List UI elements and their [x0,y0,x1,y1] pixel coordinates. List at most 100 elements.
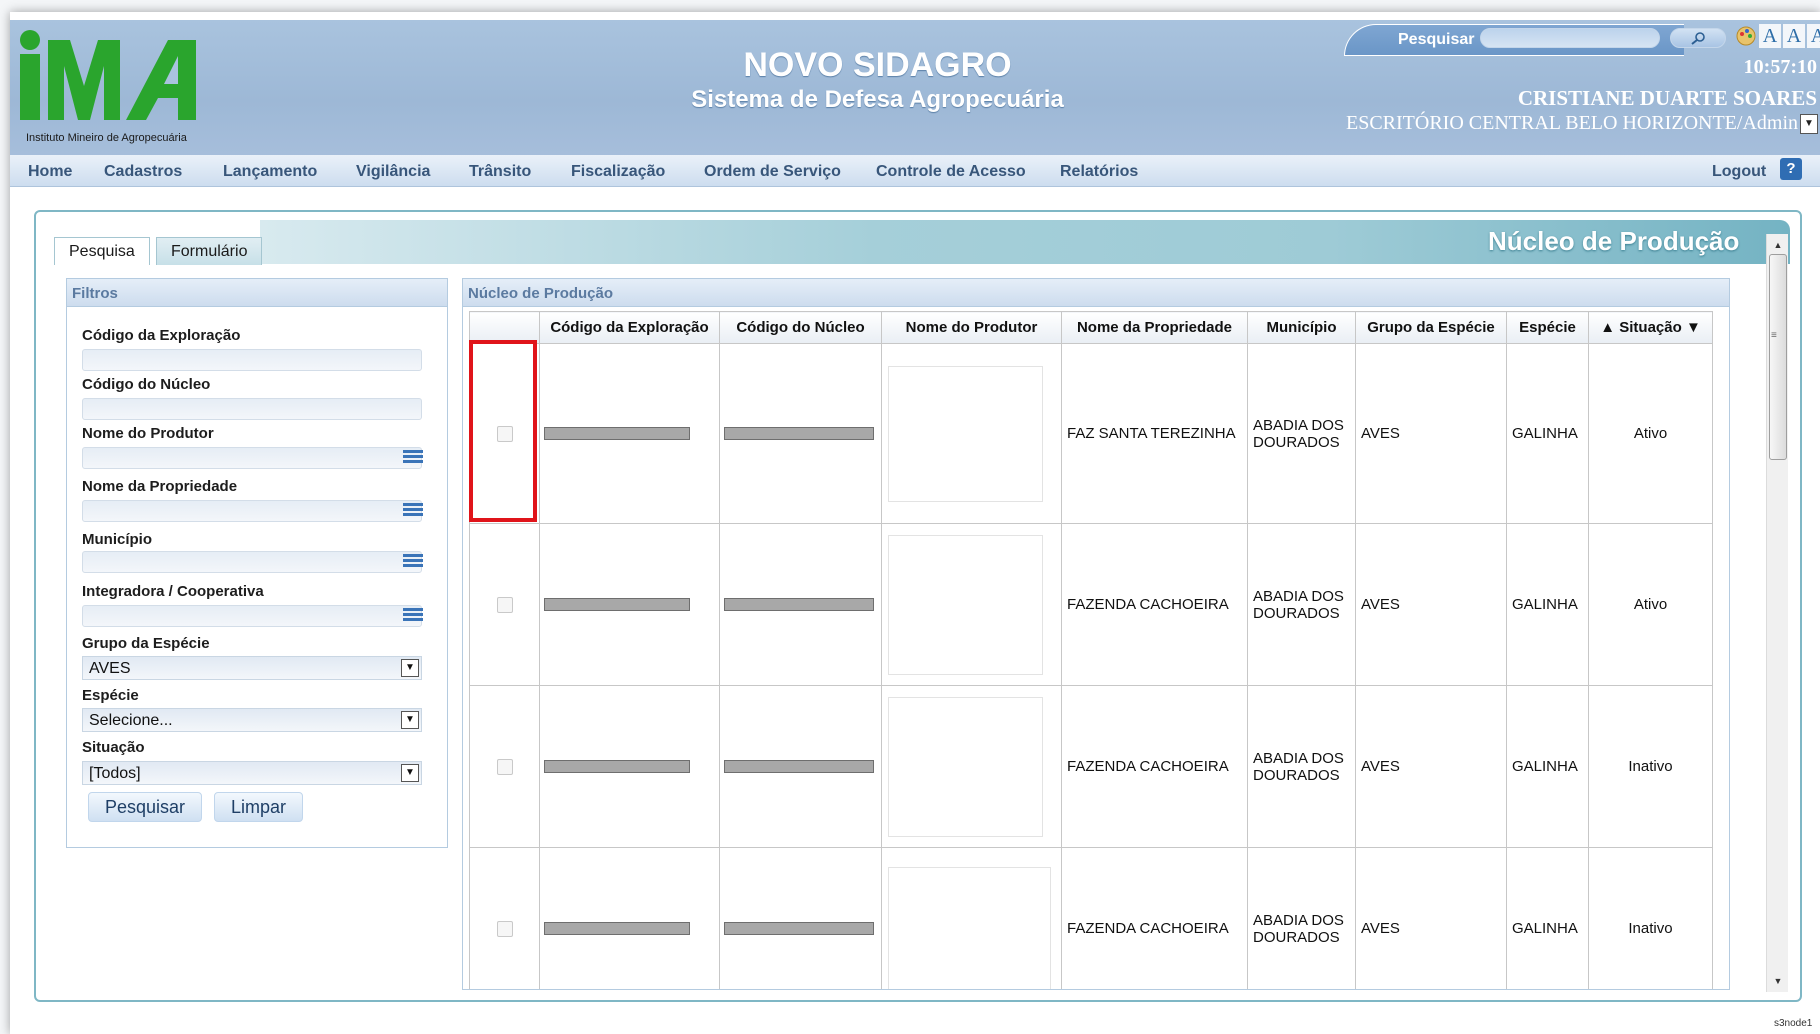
vertical-scrollbar[interactable]: ▲ ≡ ▼ [1766,234,1788,992]
results-panel: Núcleo de Produção Código da Exploração … [462,278,1730,990]
list-icon[interactable] [403,608,423,626]
clock: 10:57:10 [1743,56,1817,78]
nav-fiscalizacao[interactable]: Fiscalização [571,163,665,181]
chevron-down-icon: ▼ [401,764,419,782]
tab-pesquisa[interactable]: Pesquisa [54,237,150,265]
nav-controle-acesso[interactable]: Controle de Acesso [876,163,1026,181]
grupo-especie-value: AVES [89,660,131,677]
scroll-thumb[interactable] [1769,254,1787,460]
font-large-icon[interactable]: A [1807,24,1820,48]
sort-menu-icon: ▼ [1685,319,1701,336]
label-especie: Espécie [82,687,139,704]
font-increase-icon[interactable]: A [1783,24,1805,48]
pesquisar-button[interactable]: Pesquisar [88,792,203,822]
cell-propriedade: FAZENDA CACHOEIRA [1061,523,1248,686]
scroll-up-icon[interactable]: ▲ [1769,236,1787,254]
grupo-especie-select[interactable]: AVES ▼ [82,656,422,680]
cell-especie: GALINHA [1506,523,1589,686]
col-especie[interactable]: Espécie [1506,311,1589,344]
server-node-label: s3node1 [1774,1018,1813,1029]
col-codigo-exploracao[interactable]: Código da Exploração [539,311,720,344]
ima-logo[interactable]: Instituto Mineiro de Agropecuária [18,26,223,144]
edit-icon[interactable] [496,920,513,937]
redacted-value [544,760,690,773]
office-dropdown-button[interactable]: ▼ [1800,114,1818,134]
situacao-select[interactable]: [Todos] ▼ [82,761,422,785]
redacted-value [544,427,690,440]
nome-produtor-field[interactable] [82,447,422,469]
cell-especie: GALINHA [1506,685,1589,848]
nav-transito[interactable]: Trânsito [469,163,531,181]
list-icon[interactable] [403,503,423,521]
logo-caption: Instituto Mineiro de Agropecuária [26,132,187,144]
chevron-down-icon: ▼ [401,659,419,677]
results-heading: Núcleo de Produção [463,279,1729,307]
nome-propriedade-field[interactable] [82,500,422,522]
nav-cadastros[interactable]: Cadastros [104,163,182,181]
list-icon[interactable] [403,450,423,468]
nav-vigilancia[interactable]: Vigilância [356,163,430,181]
help-icon[interactable]: ? [1780,158,1802,180]
page-title: Núcleo de Produção [1488,226,1740,256]
scroll-down-icon[interactable]: ▼ [1769,972,1787,990]
especie-select[interactable]: Selecione... ▼ [82,708,422,732]
codigo-nucleo-field[interactable] [82,398,422,420]
cell-situacao: Ativo [1588,523,1713,686]
cell-grupo: AVES [1355,523,1507,686]
edit-icon[interactable] [496,596,513,613]
sort-asc-icon: ▲ [1600,319,1616,336]
codigo-exploracao-field[interactable] [82,349,422,371]
nav-lancamento[interactable]: Lançamento [223,163,317,181]
cell-situacao: Ativo [1588,343,1713,524]
office-selector-label: ESCRITÓRIO CENTRAL BELO HORIZONTE/Admin [1345,112,1798,134]
col-codigo-nucleo[interactable]: Código do Núcleo [719,311,882,344]
results-table: Código da Exploração Código do Núcleo No… [469,311,1713,989]
palette-icon[interactable] [1735,25,1757,47]
search-button[interactable] [1670,28,1726,48]
redacted-name-box [888,866,1051,989]
table-row[interactable]: FAZENDA CACHOEIRA ABADIA DOS DOURADOS AV… [469,685,1713,848]
nav-ordem-servico[interactable]: Ordem de Serviço [704,163,841,181]
cell-grupo: AVES [1355,685,1507,848]
label-situacao: Situação [82,739,145,756]
col-actions [469,311,540,344]
cell-grupo: AVES [1355,343,1507,524]
limpar-button[interactable]: Limpar [214,792,304,822]
filters-panel: Filtros Código da Exploração Código do N… [66,278,448,848]
magnifier-icon [1691,32,1705,45]
redacted-value [724,427,874,440]
col-grupo-especie[interactable]: Grupo da Espécie [1355,311,1507,344]
table-row[interactable]: FAZENDA CACHOEIRA ABADIA DOS DOURADOS AV… [469,847,1713,989]
search-input[interactable] [1480,28,1660,48]
redacted-value [724,922,874,935]
cell-propriedade: FAZ SANTA TEREZINHA [1061,343,1248,524]
col-situacao[interactable]: ▲ Situação ▼ [1588,311,1713,344]
label-grupo-especie: Grupo da Espécie [82,635,210,652]
integradora-field[interactable] [82,605,422,627]
search-label: Pesquisar [1398,31,1475,48]
cell-especie: GALINHA [1506,343,1589,524]
grip-icon: ≡ [1771,330,1777,341]
situacao-value: [Todos] [89,765,141,782]
label-nome-propriedade: Nome da Propriedade [82,478,238,495]
tab-formulario[interactable]: Formulário [156,237,263,265]
col-nome-produtor[interactable]: Nome do Produtor [881,311,1062,344]
list-icon[interactable] [403,554,423,572]
municipio-field[interactable] [82,551,422,573]
cell-propriedade: FAZENDA CACHOEIRA [1061,685,1248,848]
logout-link[interactable]: Logout [1712,163,1766,181]
col-nome-propriedade[interactable]: Nome da Propriedade [1061,311,1248,344]
col-municipio[interactable]: Município [1247,311,1356,344]
cell-especie: GALINHA [1506,847,1589,989]
redacted-value [544,598,690,611]
nav-relatorios[interactable]: Relatórios [1060,163,1138,181]
font-normal-icon[interactable]: A [1759,24,1781,48]
nav-home[interactable]: Home [28,163,72,181]
table-row[interactable]: FAZENDA CACHOEIRA ABADIA DOS DOURADOS AV… [469,523,1713,686]
table-row[interactable]: FAZ SANTA TEREZINHA ABADIA DOS DOURADOS … [469,343,1713,524]
cell-propriedade: FAZENDA CACHOEIRA [1061,847,1248,989]
edit-icon[interactable] [496,758,513,775]
chevron-down-icon: ▼ [401,711,419,729]
redacted-value [724,760,874,773]
cell-municipio: ABADIA DOS DOURADOS [1247,685,1356,848]
